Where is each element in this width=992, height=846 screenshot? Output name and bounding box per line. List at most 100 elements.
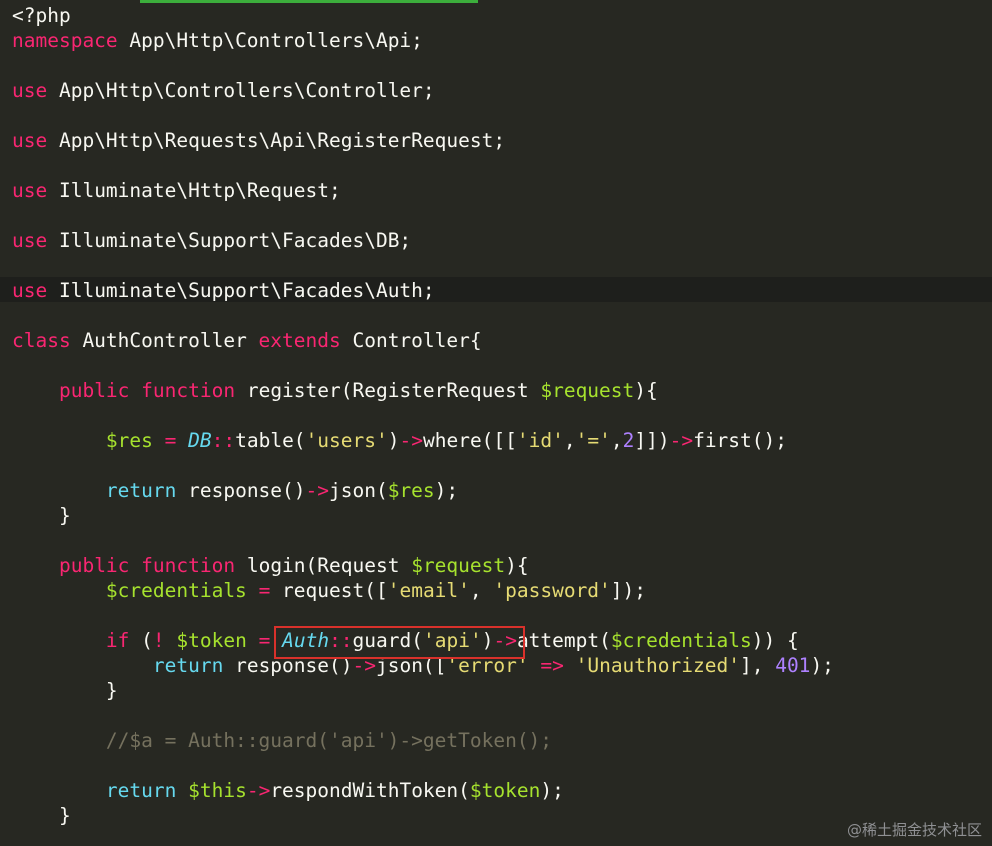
code-line[interactable]	[12, 353, 834, 378]
code-line[interactable]: $res = DB::table('users')->where([['id',…	[12, 428, 834, 453]
code-token: ]);	[610, 579, 647, 602]
code-token: class	[12, 329, 71, 352]
code-token: )	[387, 429, 400, 452]
code-block[interactable]: <?php namespace App\Http\Controllers\Api;…	[12, 3, 834, 828]
code-token: public	[58, 554, 130, 577]
code-line[interactable]	[12, 753, 834, 778]
code-line[interactable]	[12, 253, 834, 278]
code-token: }	[12, 504, 71, 527]
code-token: function	[141, 379, 236, 402]
code-line[interactable]: use Illuminate\Http\Request;	[12, 178, 834, 203]
code-token: $this	[188, 779, 247, 802]
code-editor[interactable]: <?php namespace App\Http\Controllers\Api;…	[0, 0, 992, 846]
code-token: ::	[211, 429, 236, 452]
code-token: }	[12, 804, 71, 827]
code-token: login(Request	[235, 554, 412, 577]
code-token: 2	[622, 429, 635, 452]
code-line[interactable]: use App\Http\Requests\Api\RegisterReques…	[12, 128, 834, 153]
code-token: $request	[411, 554, 506, 577]
code-token: Illuminate\Http\Request;	[47, 179, 341, 202]
watermark: @稀土掘金技术社区	[846, 821, 982, 839]
code-line[interactable]: $credentials = request(['email', 'passwo…	[12, 578, 834, 603]
code-token: function	[141, 554, 236, 577]
code-token: );	[810, 654, 834, 677]
code-token: 'api'	[423, 629, 482, 652]
code-line[interactable]: //$a = Auth::guard('api')->getToken();	[12, 728, 834, 753]
code-token: ->	[352, 654, 376, 677]
code-token: 'Unauthorized'	[575, 654, 740, 677]
code-line[interactable]: return response()->json($res);	[12, 478, 834, 503]
code-token: ,	[469, 579, 494, 602]
code-token: $token	[469, 779, 541, 802]
code-token: where([[	[422, 429, 517, 452]
code-token: extends	[258, 329, 341, 352]
code-token: ){	[505, 554, 529, 577]
code-token: table(	[235, 429, 306, 452]
code-line[interactable]	[12, 403, 834, 428]
code-line[interactable]: namespace App\Http\Controllers\Api;	[12, 28, 834, 53]
code-token: DB	[188, 429, 212, 452]
code-line[interactable]	[12, 103, 834, 128]
code-token: $token	[176, 629, 247, 652]
code-line[interactable]	[12, 53, 834, 78]
code-line[interactable]: class AuthController extends Controller{	[12, 328, 834, 353]
code-token: Auth	[282, 629, 330, 652]
code-token: 'password'	[493, 579, 611, 602]
code-token: (	[129, 629, 153, 652]
code-line[interactable]: }	[12, 803, 834, 828]
code-token: first();	[693, 429, 787, 452]
code-token: public	[58, 379, 130, 402]
code-token: ::	[329, 629, 353, 652]
code-token: =	[258, 629, 271, 652]
code-token: 'id'	[516, 429, 564, 452]
code-token: use	[12, 129, 48, 152]
code-line[interactable]: if (! $token = Auth::guard('api')->attem…	[12, 628, 834, 653]
code-line[interactable]	[12, 203, 834, 228]
code-line[interactable]: public function login(Request $request){	[12, 553, 834, 578]
code-token: namespace	[12, 29, 118, 52]
code-token: 'users'	[305, 429, 388, 452]
code-token: request([	[270, 579, 388, 602]
code-token: );	[540, 779, 564, 802]
code-token: 'error'	[446, 654, 529, 677]
code-line[interactable]	[12, 303, 834, 328]
code-token: )	[481, 629, 494, 652]
code-token: !	[152, 629, 165, 652]
code-line[interactable]: }	[12, 503, 834, 528]
code-token: ,	[563, 429, 576, 452]
code-line[interactable]: use Illuminate\Support\Facades\Auth;	[12, 278, 834, 303]
code-token: 401	[775, 654, 811, 677]
code-line[interactable]	[12, 603, 834, 628]
code-token: 'email'	[387, 579, 470, 602]
code-line[interactable]: use Illuminate\Support\Facades\DB;	[12, 228, 834, 253]
code-token: //$a = Auth::guard('api')->getToken();	[105, 729, 553, 752]
code-line[interactable]: <?php	[12, 3, 834, 28]
code-token: ->	[669, 429, 694, 452]
code-token: =	[258, 579, 271, 602]
code-line[interactable]: public function register(RegisterRequest…	[12, 378, 834, 403]
code-line[interactable]	[12, 528, 834, 553]
code-token: if	[105, 629, 130, 652]
code-line[interactable]: }	[12, 678, 834, 703]
code-token: respondWithToken(	[270, 779, 470, 802]
code-token: return	[105, 779, 177, 802]
code-line[interactable]	[12, 153, 834, 178]
code-line[interactable]: return $this->respondWithToken($token);	[12, 778, 834, 803]
code-token: Controller{	[340, 329, 482, 352]
code-token: ->	[246, 779, 271, 802]
code-token: $res	[105, 429, 153, 452]
code-token: json([	[375, 654, 447, 677]
code-line[interactable]: use App\Http\Controllers\Controller;	[12, 78, 834, 103]
code-token: $credentials	[610, 629, 752, 652]
code-line[interactable]: return response()->json(['error' => 'Una…	[12, 653, 834, 678]
code-line[interactable]	[12, 453, 834, 478]
code-line[interactable]	[12, 703, 834, 728]
